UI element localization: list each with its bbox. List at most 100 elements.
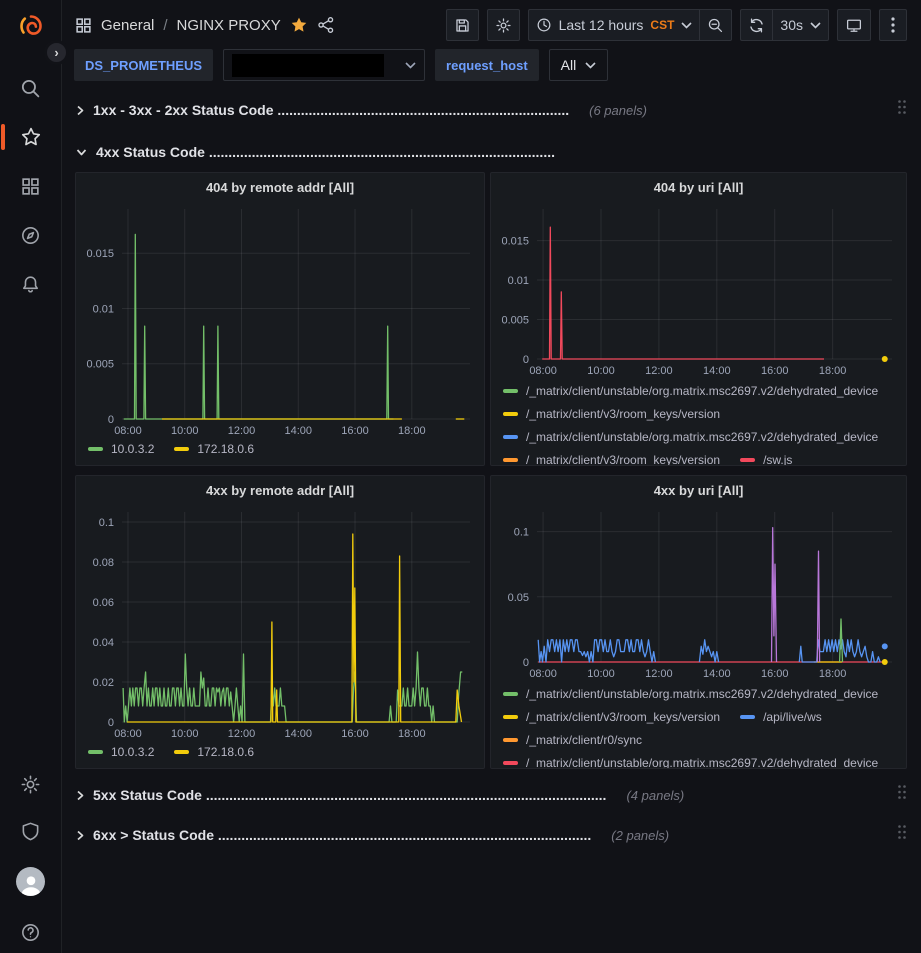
legend-item[interactable]: 172.18.0.6 [174, 741, 254, 764]
svg-text:0.01: 0.01 [93, 303, 114, 315]
svg-text:0.015: 0.015 [86, 248, 114, 260]
row-title: 6xx > Status Code ......................… [93, 827, 591, 843]
legend-series-color-chip [740, 458, 755, 462]
svg-text:18:00: 18:00 [398, 728, 426, 740]
chart-canvas[interactable]: 00.050.108:0010:0012:0014:0016:0018:00 [491, 504, 906, 682]
chevron-right-icon [75, 829, 85, 842]
svg-text:08:00: 08:00 [529, 668, 557, 680]
time-range-picker[interactable]: Last 12 hours CST [528, 9, 700, 41]
legend-series-color-chip [503, 738, 518, 742]
panel-title[interactable]: 404 by remote addr [All] [76, 173, 484, 201]
svg-text:12:00: 12:00 [645, 668, 673, 680]
sidebar-expand-button[interactable]: › [44, 40, 69, 65]
row-header-6xx[interactable]: 6xx > Status Code ......................… [75, 821, 907, 849]
svg-text:14:00: 14:00 [703, 668, 731, 680]
row-drag-handle-icon[interactable] [897, 99, 907, 118]
search-icon[interactable] [20, 77, 42, 99]
svg-text:0.1: 0.1 [514, 527, 529, 539]
dashboard-title[interactable]: NGINX PROXY [177, 17, 281, 34]
dashboards-icon[interactable] [20, 175, 42, 197]
alerting-bell-icon[interactable] [20, 273, 42, 295]
grafana-logo-icon[interactable] [17, 12, 45, 40]
legend-series-color-chip [88, 447, 103, 451]
legend-series-label: /_matrix/client/unstable/org.matrix.msc2… [526, 384, 878, 398]
svg-text:0.005: 0.005 [501, 315, 529, 327]
dashboard-toolbar: Last 12 hours CST [446, 9, 907, 41]
legend-item[interactable]: 10.0.3.2 [88, 438, 154, 461]
row-header-4xx[interactable]: 4xx Status Code ........................… [75, 138, 907, 166]
svg-text:10:00: 10:00 [171, 728, 199, 740]
svg-text:14:00: 14:00 [703, 365, 731, 377]
legend-series-label: 172.18.0.6 [197, 442, 254, 456]
dashboard-settings-button[interactable] [487, 9, 520, 41]
chart-canvas[interactable]: 00.0050.010.01508:0010:0012:0014:0016:00… [491, 201, 906, 379]
row-header-5xx[interactable]: 5xx Status Code ........................… [75, 781, 907, 809]
svg-text:0.04: 0.04 [93, 637, 114, 649]
legend-item[interactable]: /sw.js [740, 448, 792, 465]
panel-title[interactable]: 404 by uri [All] [491, 173, 906, 201]
legend-series-label: 10.0.3.2 [111, 745, 154, 759]
save-dashboard-button[interactable] [446, 9, 479, 41]
breadcrumb-folder[interactable]: General [101, 17, 154, 34]
legend-item[interactable]: /_matrix/client/unstable/org.matrix.msc2… [503, 751, 878, 768]
legend-item[interactable]: /api/live/ws [740, 705, 822, 728]
legend-item[interactable]: /_matrix/client/v3/room_keys/version [503, 705, 720, 728]
panel-legend: /_matrix/client/unstable/org.matrix.msc2… [491, 379, 906, 465]
request-host-variable-label[interactable]: request_host [435, 49, 539, 81]
legend-item[interactable]: 10.0.3.2 [88, 741, 154, 764]
legend-item[interactable]: /_matrix/client/v3/room_keys/version [503, 448, 720, 465]
legend-series-color-chip [503, 412, 518, 416]
datasource-variable-label[interactable]: DS_PROMETHEUS [74, 49, 213, 81]
legend-item[interactable]: 172.18.0.6 [174, 438, 254, 461]
svg-text:16:00: 16:00 [341, 728, 369, 740]
variables-bar: DS_PROMETHEUS request_host All [62, 47, 921, 91]
legend-item[interactable]: /_matrix/client/unstable/org.matrix.msc2… [503, 682, 878, 705]
svg-text:0.015: 0.015 [501, 236, 529, 248]
legend-item[interactable]: /_matrix/client/r0/sync [503, 728, 642, 751]
legend-series-color-chip [503, 435, 518, 439]
legend-item[interactable]: /_matrix/client/v3/room_keys/version [503, 402, 720, 425]
breadcrumb: General / NGINX PROXY [74, 16, 335, 34]
svg-text:18:00: 18:00 [819, 668, 847, 680]
chevron-down-icon [75, 147, 88, 157]
explore-compass-icon[interactable] [20, 224, 42, 246]
time-picker-group: Last 12 hours CST [528, 9, 733, 41]
row-drag-handle-icon[interactable] [897, 824, 907, 843]
share-icon[interactable] [317, 16, 335, 34]
legend-series-color-chip [503, 692, 518, 696]
grafana-app: › [0, 0, 921, 953]
panel-4xx-by-remote-addr: 4xx by remote addr [All] 00.020.040.060.… [75, 475, 485, 769]
user-avatar[interactable] [16, 867, 45, 896]
row-header-1xx-3xx-2xx[interactable]: 1xx - 3xx - 2xx Status Code ............… [75, 96, 907, 124]
svg-text:0.01: 0.01 [508, 275, 529, 287]
panel-title[interactable]: 4xx by remote addr [All] [76, 476, 484, 504]
starred-dashboards-icon[interactable] [20, 126, 42, 148]
row-drag-handle-icon[interactable] [897, 784, 907, 803]
help-icon[interactable] [20, 921, 42, 943]
zoom-out-time-button[interactable] [699, 9, 732, 41]
panel-title[interactable]: 4xx by uri [All] [491, 476, 906, 504]
chart-canvas[interactable]: 00.020.040.060.080.108:0010:0012:0014:00… [76, 504, 484, 742]
cycle-view-mode-button[interactable] [837, 9, 871, 41]
configuration-gear-icon[interactable] [20, 773, 42, 795]
server-admin-shield-icon[interactable] [20, 820, 42, 842]
legend-item[interactable]: /_matrix/client/unstable/org.matrix.msc2… [503, 379, 878, 402]
svg-text:10:00: 10:00 [587, 365, 615, 377]
refresh-interval-select[interactable]: 30s [772, 9, 829, 41]
datasource-variable-select[interactable] [223, 49, 425, 81]
panel-404-by-remote-addr: 404 by remote addr [All] 00.0050.010.015… [75, 172, 485, 466]
apps-grid-icon [74, 16, 92, 34]
row-title: 4xx Status Code ........................… [96, 144, 555, 160]
row-panel-count: (6 panels) [589, 103, 647, 118]
legend-series-label: /_matrix/client/r0/sync [526, 733, 642, 747]
chart-canvas[interactable]: 00.0050.010.01508:0010:0012:0014:0016:00… [76, 201, 484, 439]
legend-item[interactable]: /_matrix/client/unstable/org.matrix.msc2… [503, 425, 878, 448]
svg-text:10:00: 10:00 [587, 668, 615, 680]
request-host-variable-select[interactable]: All [549, 49, 609, 81]
panel-legend: 10.0.3.2 172.18.0.6 [76, 742, 484, 768]
legend-series-label: /_matrix/client/v3/room_keys/version [526, 453, 720, 466]
favorite-star-icon[interactable] [290, 16, 308, 34]
svg-text:08:00: 08:00 [529, 365, 557, 377]
refresh-button[interactable] [740, 9, 772, 41]
more-options-kebab-icon[interactable] [879, 9, 907, 41]
